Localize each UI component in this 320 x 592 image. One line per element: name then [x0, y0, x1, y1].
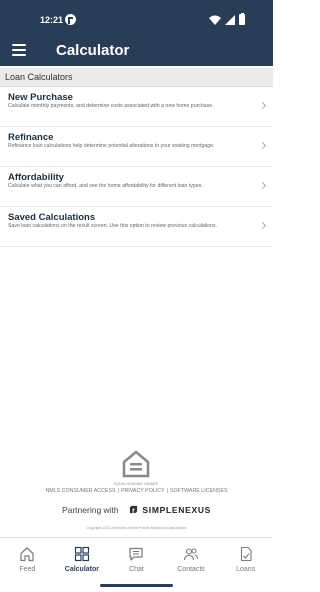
wifi-icon	[209, 15, 221, 25]
tab-feed[interactable]: Feed	[0, 538, 55, 580]
calculator-item-description: Calculate what you can afford, and see t…	[8, 183, 203, 189]
hamburger-icon-line	[12, 54, 26, 56]
calculator-item-description: Refinance loan calculations help determi…	[8, 143, 215, 149]
gesture-handle[interactable]	[100, 584, 173, 587]
chevron-right-icon	[258, 101, 267, 110]
calculator-item-title: Affordability	[8, 172, 64, 183]
partner-brand: SIMPLENEXUS	[142, 505, 212, 515]
tab-chat[interactable]: Chat	[109, 538, 164, 580]
app-header: 12:21 Calculator	[0, 0, 273, 66]
cellular-signal-icon	[225, 14, 235, 25]
calculator-item-title: Saved Calculations	[8, 212, 96, 223]
tab-label: Calculator	[64, 566, 99, 573]
partner-prefix: Partnering with	[61, 505, 119, 515]
tab-contacts[interactable]: Contacts	[164, 538, 219, 580]
footer-links: NMLS CONSUMER ACCESS | PRIVACY POLICY | SOFT…	[0, 488, 273, 494]
tab-loans[interactable]: Loans	[218, 538, 273, 580]
hamburger-icon-line	[12, 49, 26, 51]
copyright-text: Copyright 2022 American Armed Forces Mut…	[86, 526, 187, 530]
loans-document-icon	[240, 546, 252, 562]
tab-label: Contacts	[177, 566, 205, 573]
chevron-right-icon	[258, 181, 267, 190]
contacts-icon	[184, 548, 199, 561]
chevron-right-icon	[258, 141, 267, 150]
calculator-item-refinance[interactable]: Refinance Refinance loan calculations he…	[0, 127, 273, 167]
section-header: Loan Calculators	[0, 68, 273, 87]
tab-label: Loans	[236, 566, 256, 573]
privacy-policy-link[interactable]: PRIVACY POLICY	[121, 488, 165, 494]
system-icons	[209, 12, 245, 25]
equal-housing-lender-label: EQUAL HOUSING LENDER	[113, 482, 159, 486]
tab-label: Feed	[19, 566, 36, 573]
tab-label: Chat	[129, 566, 144, 573]
status-bar: 12:21	[0, 0, 273, 40]
page-title: Calculator	[56, 42, 130, 59]
link-separator: |	[166, 488, 168, 494]
software-licenses-link[interactable]: SOFTWARE LICENSES	[170, 488, 228, 494]
battery-icon	[239, 12, 245, 25]
chevron-right-icon	[258, 221, 267, 230]
calculator-list: New Purchase Calculate monthly payments,…	[0, 87, 273, 247]
calculator-item-description: Save loan calculations on the result scr…	[8, 223, 218, 229]
calculator-item-new-purchase[interactable]: New Purchase Calculate monthly payments,…	[0, 87, 273, 127]
menu-button[interactable]	[12, 44, 26, 56]
calculator-item-title: Refinance	[8, 132, 54, 143]
notification-app-icon	[65, 14, 76, 25]
bottom-tab-bar: Feed Calculator Chat Contacts Loans	[0, 537, 273, 580]
hamburger-icon-line	[12, 44, 26, 46]
tab-calculator[interactable]: Calculator	[55, 538, 110, 580]
calculator-item-description: Calculate monthly payments, and determin…	[8, 103, 214, 109]
link-separator: |	[117, 488, 119, 494]
chat-icon	[129, 547, 144, 561]
system-navigation-bar	[0, 580, 273, 592]
calculator-item-title: New Purchase	[8, 92, 73, 103]
partner-line: Partnering with SIMPLENEXUS	[0, 505, 273, 515]
calculator-icon	[74, 546, 89, 562]
simplenexus-logo-icon	[129, 505, 138, 514]
nmls-consumer-access-link[interactable]: NMLS CONSUMER ACCESS	[45, 488, 115, 494]
status-time: 12:21	[40, 15, 64, 25]
section-title: Loan Calculators	[5, 72, 73, 82]
calculator-item-affordability[interactable]: Affordability Calculate what you can aff…	[0, 167, 273, 207]
equal-housing-lender-icon	[122, 450, 150, 478]
calculator-item-saved-calculations[interactable]: Saved Calculations Save loan calculation…	[0, 207, 273, 247]
home-icon	[20, 547, 34, 562]
